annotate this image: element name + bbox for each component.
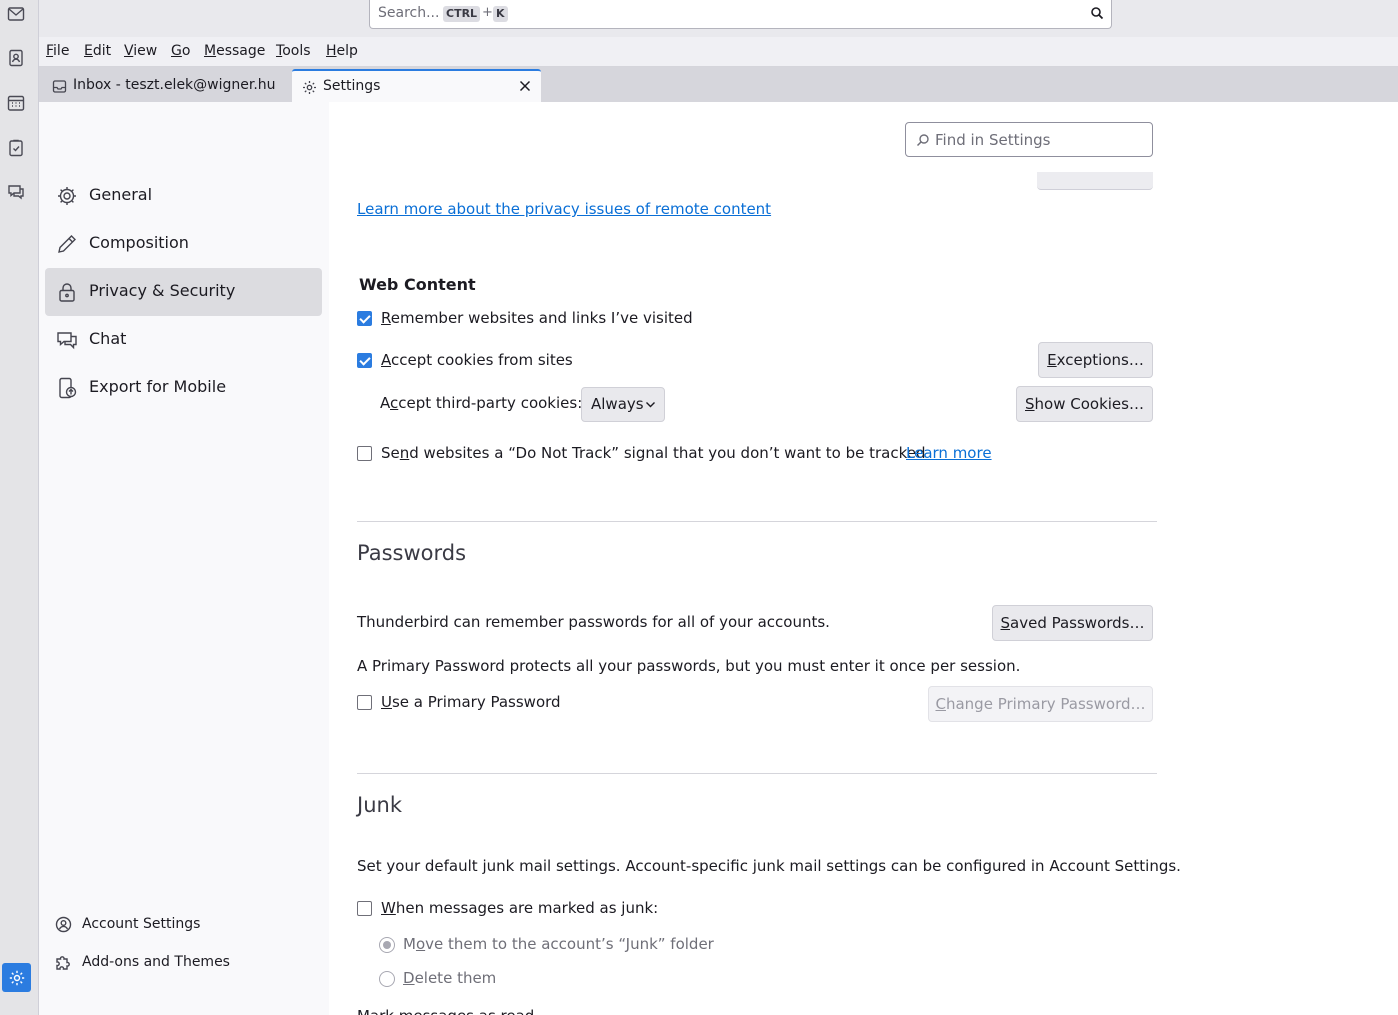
settings-space-icon[interactable]	[2, 963, 31, 992]
nav-item-export-for-mobile[interactable]: Export for Mobile	[45, 364, 322, 412]
search-shortcut-k: K	[493, 6, 508, 22]
remember-websites-checkbox[interactable]	[357, 311, 372, 326]
remember-websites-label[interactable]: Remember websites and links I’ve visited	[381, 309, 693, 327]
remote-content-exceptions-button[interactable]	[1037, 172, 1153, 190]
search-placeholder: Search...	[378, 5, 440, 21]
third-party-cookies-value: Always	[591, 395, 644, 413]
global-search-input[interactable]: Search... CTRL + K	[369, 0, 1112, 29]
junk-mark-read-label[interactable]: Mark messages as read	[357, 1007, 534, 1015]
passwords-heading: Passwords	[357, 541, 467, 565]
nav-footer-label: Account Settings	[82, 916, 201, 932]
menu-go[interactable]: Go	[171, 43, 190, 59]
do-not-track-label[interactable]: Send websites a “Do Not Track” signal th…	[381, 444, 926, 462]
junk-delete-radio[interactable]	[379, 971, 395, 987]
change-primary-password-button[interactable]: Change Primary Password…	[928, 686, 1153, 722]
primary-password-description: A Primary Password protects all your pas…	[357, 657, 1021, 675]
section-divider	[357, 521, 1157, 522]
tab-settings[interactable]: Settings	[292, 69, 541, 102]
find-placeholder: Find in Settings	[935, 131, 1051, 149]
mail-space-icon[interactable]	[5, 3, 27, 25]
search-icon	[916, 134, 929, 147]
tab-bar: Inbox - teszt.elek@wigner.hu Settings	[39, 67, 1398, 102]
chat-space-icon[interactable]	[5, 181, 27, 203]
junk-move-radio[interactable]	[379, 937, 395, 953]
settings-content: Find in Settings Learn more about the pr…	[329, 102, 1398, 1015]
accept-cookies-label[interactable]: Accept cookies from sites	[381, 351, 573, 369]
tasks-space-icon[interactable]	[5, 137, 27, 159]
address-book-space-icon[interactable]	[5, 47, 27, 69]
show-cookies-button[interactable]: Show Cookies…	[1016, 386, 1153, 422]
tab-inbox-label: Inbox - teszt.elek@wigner.hu	[73, 77, 276, 93]
remote-content-learn-more-link[interactable]: Learn more about the privacy issues of r…	[357, 200, 771, 218]
nav-item-label: Export for Mobile	[89, 377, 227, 396]
accept-cookies-checkbox[interactable]	[357, 353, 372, 368]
tab-inbox[interactable]: Inbox - teszt.elek@wigner.hu	[39, 70, 291, 102]
spaces-toolbar	[0, 0, 39, 1015]
nav-item-label: Composition	[89, 233, 189, 252]
nav-item-general[interactable]: General	[45, 172, 322, 220]
do-not-track-checkbox[interactable]	[357, 446, 372, 461]
menu-help[interactable]: Help	[326, 43, 358, 59]
web-content-heading: Web Content	[359, 275, 476, 294]
nav-item-chat[interactable]: Chat	[45, 316, 322, 364]
search-icon[interactable]	[1090, 6, 1104, 20]
inbox-icon	[52, 80, 67, 93]
account-settings-icon	[55, 916, 72, 933]
puzzle-icon	[56, 956, 70, 970]
menu-view[interactable]: View	[124, 43, 157, 59]
nav-item-label: General	[89, 185, 153, 204]
section-divider	[357, 773, 1157, 774]
nav-item-label: Chat	[89, 329, 127, 348]
saved-passwords-button[interactable]: Saved Passwords…	[992, 605, 1153, 641]
search-shortcut-plus: +	[482, 5, 493, 20]
mobile-export-icon	[59, 377, 77, 399]
use-primary-password-checkbox[interactable]	[357, 695, 372, 710]
nav-item-composition[interactable]: Composition	[45, 220, 322, 268]
search-shortcut-ctrl: CTRL	[443, 6, 481, 22]
junk-marked-label[interactable]: When messages are marked as junk:	[381, 899, 658, 917]
junk-move-label[interactable]: Move them to the account’s “Junk” folder	[403, 935, 714, 953]
third-party-cookies-label: Accept third-party cookies:	[380, 394, 583, 412]
nav-item-privacy-security[interactable]: Privacy & Security	[45, 268, 322, 316]
junk-marked-checkbox[interactable]	[357, 901, 372, 916]
nav-footer-label: Add-ons and Themes	[82, 954, 230, 970]
menu-message[interactable]: Message	[204, 43, 265, 59]
settings-nav: General Composition Privacy & Security C…	[39, 102, 329, 1015]
cookie-exceptions-button[interactable]: Exceptions…	[1038, 342, 1153, 378]
pencil-icon	[58, 235, 76, 253]
tab-settings-label: Settings	[323, 78, 381, 94]
gear-icon	[58, 187, 76, 205]
junk-heading: Junk	[357, 793, 402, 817]
chevron-down-icon	[646, 402, 655, 408]
menu-file[interactable]: File	[46, 43, 69, 59]
chat-icon	[57, 332, 77, 350]
junk-delete-label[interactable]: Delete them	[403, 969, 496, 987]
menu-edit[interactable]: Edit	[84, 43, 111, 59]
third-party-cookies-select[interactable]: Always	[581, 387, 665, 422]
do-not-track-learn-more-link[interactable]: Learn more	[906, 444, 992, 462]
find-in-settings-input[interactable]: Find in Settings	[905, 122, 1153, 157]
nav-item-label: Privacy & Security	[89, 281, 236, 300]
menu-tools[interactable]: Tools	[276, 43, 311, 59]
gear-icon	[303, 81, 316, 94]
lock-icon	[59, 283, 75, 302]
use-primary-password-label[interactable]: Use a Primary Password	[381, 693, 561, 711]
passwords-remember-text: Thunderbird can remember passwords for a…	[357, 613, 830, 631]
junk-description: Set your default junk mail settings. Acc…	[357, 857, 1181, 875]
calendar-space-icon[interactable]	[5, 92, 27, 114]
close-icon[interactable]	[517, 78, 533, 94]
menu-bar: File Edit View Go Message Tools Help	[39, 37, 1398, 67]
